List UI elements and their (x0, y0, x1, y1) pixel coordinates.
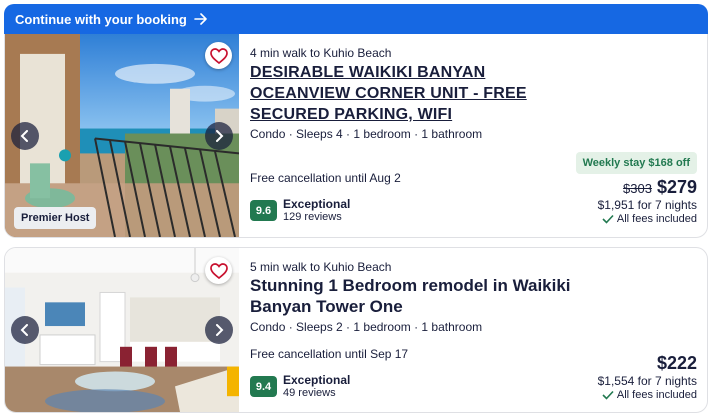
chevron-right-icon (216, 129, 224, 142)
review-count: 129 reviews (283, 211, 342, 223)
heart-icon (209, 262, 228, 279)
premier-host-badge: Premier Host (14, 207, 97, 229)
cancellation-policy: Free cancellation until Sep 17 (250, 347, 409, 361)
cancellation-policy: Free cancellation until Aug 2 (250, 171, 401, 185)
previous-photo-button[interactable] (11, 121, 39, 150)
price-row: $303 $279 (623, 177, 697, 198)
listing-card[interactable]: Premier Host 4 min walk to Kuhio Beach D… (4, 34, 708, 238)
save-favorite-button[interactable] (205, 42, 232, 69)
listing-photo[interactable] (5, 248, 239, 412)
banner-label: Continue with your booking (15, 11, 187, 27)
fees-label: All fees included (616, 389, 697, 401)
fees-note: All fees included (602, 389, 697, 401)
price-row: $222 (657, 353, 697, 374)
listing-title-link[interactable]: Stunning 1 Bedroom remodel in Waikiki Ba… (250, 275, 580, 317)
fees-note: All fees included (602, 213, 697, 225)
continue-booking-banner[interactable]: Continue with your booking (4, 4, 708, 34)
walk-distance: 5 min walk to Kuhio Beach (250, 260, 392, 274)
previous-photo-button[interactable] (11, 316, 39, 344)
chevron-left-icon (20, 324, 28, 336)
listing-title-link[interactable]: DESIRABLE WAIKIKI BANYAN OCEANVIEW CORNE… (250, 62, 555, 125)
next-photo-button[interactable] (205, 121, 233, 150)
walk-distance: 4 min walk to Kuhio Beach (250, 46, 392, 60)
property-details: Condo · Sleeps 4 · 1 bedroom · 1 bathroo… (250, 127, 483, 141)
chevron-right-icon (216, 324, 224, 336)
checkmark-icon (602, 214, 614, 224)
checkmark-icon (602, 390, 614, 400)
total-price: $1,554 for 7 nights (597, 374, 697, 388)
next-photo-button[interactable] (205, 316, 233, 344)
heart-icon (209, 47, 228, 64)
rating-label: Exceptional (283, 373, 351, 387)
arrow-right-icon (194, 13, 208, 25)
original-price: $303 (623, 181, 652, 196)
fees-label: All fees included (616, 213, 697, 225)
rating-score: 9.6 (250, 200, 277, 221)
rating-label: Exceptional (283, 197, 351, 211)
nightly-price: $222 (656, 353, 697, 373)
save-favorite-button[interactable] (205, 257, 232, 284)
listing-card[interactable]: 5 min walk to Kuhio Beach Stunning 1 Bed… (4, 247, 708, 413)
nightly-price: $279 (656, 177, 697, 197)
property-details: Condo · Sleeps 2 · 1 bedroom · 1 bathroo… (250, 320, 483, 334)
living-room-image (5, 248, 239, 412)
chevron-left-icon (20, 129, 28, 142)
rating: 9.6 Exceptional 129 reviews (250, 197, 350, 224)
rating: 9.4 Exceptional 49 reviews (250, 373, 350, 400)
total-price: $1,951 for 7 nights (597, 198, 697, 212)
rating-score: 9.4 (250, 376, 277, 397)
listing-photo[interactable]: Premier Host (5, 34, 239, 237)
review-count: 49 reviews (283, 387, 336, 399)
deal-badge: Weekly stay $168 off (575, 152, 697, 174)
